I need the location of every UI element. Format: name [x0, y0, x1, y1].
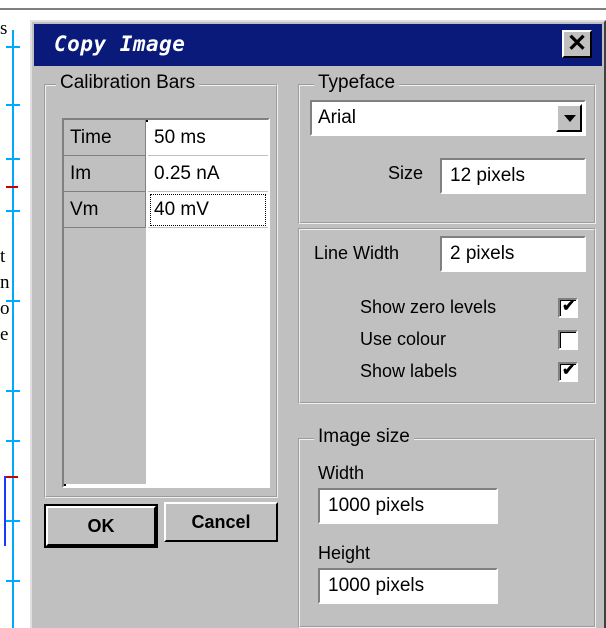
show-labels-label: Show labels — [360, 361, 458, 381]
height-input[interactable]: 1000 pixels — [318, 568, 498, 604]
calibration-grid[interactable]: Time 50 ms Im 0.25 nA Vm 40 mV — [62, 118, 270, 488]
background-tick — [6, 158, 20, 160]
checkmark-icon: ✔ — [562, 298, 576, 315]
background-tick — [6, 440, 20, 442]
calibration-name-cell: Vm — [64, 192, 146, 228]
background-tick — [6, 104, 20, 106]
background-divider — [0, 8, 606, 10]
background-marker — [6, 186, 18, 188]
grid-fixed-column — [64, 228, 146, 484]
dialog-title: Copy Image — [54, 32, 186, 56]
width-label: Width — [318, 463, 365, 483]
background-text: e — [0, 324, 9, 345]
calibration-row-im[interactable]: Im 0.25 nA — [64, 156, 270, 192]
background-tick — [6, 210, 20, 212]
use-colour-checkbox[interactable] — [558, 330, 578, 350]
calibration-value-cell[interactable]: 0.25 nA — [148, 156, 268, 192]
close-button[interactable]: ✕ — [562, 30, 592, 58]
background-tick — [6, 580, 20, 582]
typeface-select[interactable]: Arial — [310, 100, 586, 136]
size-label: Size — [388, 163, 424, 183]
calibration-value-cell[interactable]: 40 mV — [148, 192, 268, 228]
background-text: s — [0, 18, 8, 39]
calibration-value-cell[interactable]: 50 ms — [148, 120, 268, 156]
dialog-titlebar[interactable]: Copy Image ✕ — [34, 24, 602, 66]
line-width-label: Line Width — [314, 243, 400, 263]
background-marker — [6, 476, 18, 478]
background-tick — [6, 46, 20, 48]
show-labels-checkbox[interactable]: ✔ — [558, 362, 578, 382]
show-zero-levels-checkbox[interactable]: ✔ — [558, 298, 578, 318]
ok-button[interactable]: OK — [44, 504, 158, 548]
use-colour-label: Use colour — [360, 329, 447, 349]
chevron-down-icon[interactable] — [556, 104, 582, 132]
typeface-selected-value: Arial — [318, 107, 357, 128]
calibration-name-cell: Im — [64, 156, 146, 192]
background-trace — [4, 476, 6, 546]
background-text: o — [0, 298, 10, 319]
background-text: t — [0, 246, 6, 267]
image-size-legend: Image size — [314, 426, 414, 448]
calibration-row-time[interactable]: Time 50 ms — [64, 120, 270, 156]
cancel-button[interactable]: Cancel — [164, 502, 278, 542]
copy-image-dialog: Copy Image ✕ Calibration Bars Time 50 ms… — [30, 20, 606, 628]
typeface-legend: Typeface — [314, 72, 400, 94]
width-input[interactable]: 1000 pixels — [318, 488, 498, 524]
background-axis — [12, 30, 14, 628]
line-width-input[interactable]: 2 pixels — [440, 236, 586, 272]
background-text: n — [0, 272, 10, 293]
show-zero-levels-label: Show zero levels — [360, 297, 497, 317]
close-icon: ✕ — [566, 30, 588, 57]
background-tick — [6, 520, 20, 522]
checkmark-icon: ✔ — [562, 362, 576, 379]
calibration-name-cell: Time — [64, 120, 146, 156]
size-input[interactable]: 12 pixels — [440, 158, 586, 194]
background-tick — [6, 390, 20, 392]
calibration-row-vm[interactable]: Vm 40 mV — [64, 192, 270, 228]
calibration-bars-legend: Calibration Bars — [56, 72, 200, 94]
height-label: Height — [318, 543, 371, 563]
